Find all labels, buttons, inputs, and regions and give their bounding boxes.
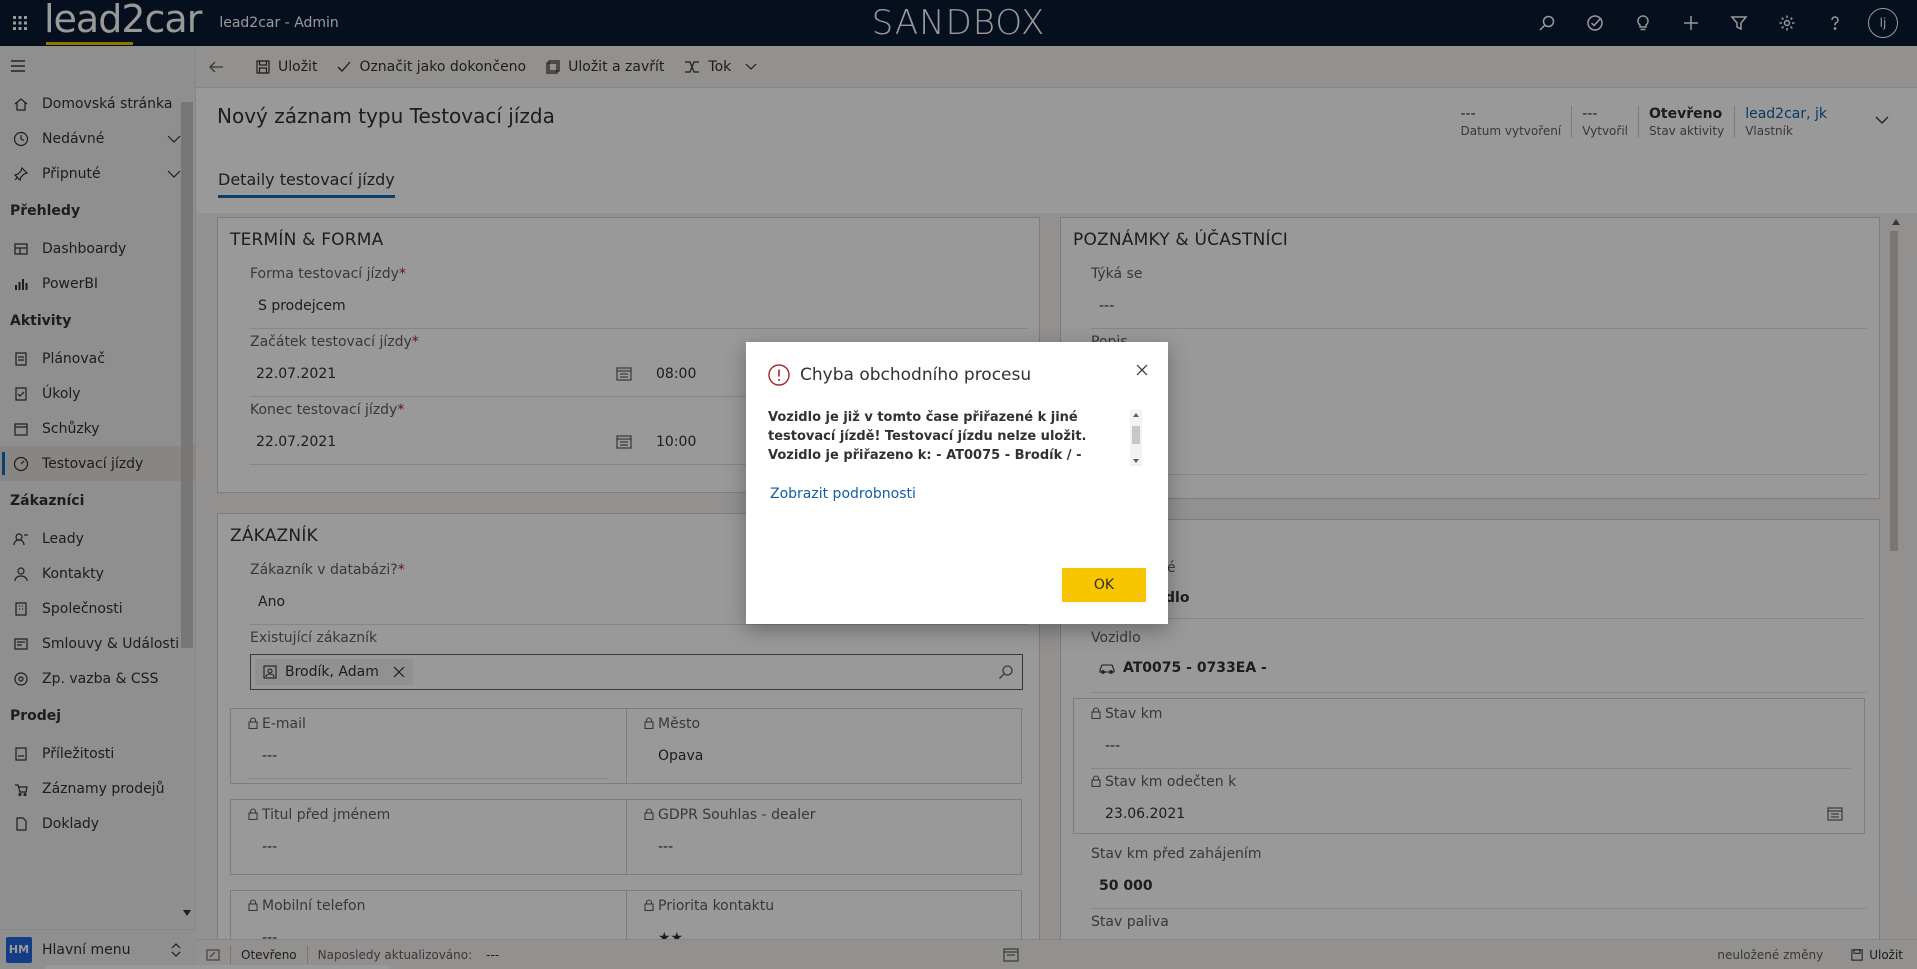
scroll-down-arrow-icon xyxy=(1133,459,1139,463)
scroll-up-arrow-icon xyxy=(1133,413,1139,417)
dialog-title: Chyba obchodního procesu xyxy=(768,364,1031,386)
dialog-title-text: Chyba obchodního procesu xyxy=(800,365,1032,385)
dialog-message: Vozidlo je již v tomto čase přiřazené k … xyxy=(768,410,1087,463)
dialog-message-scrollbar[interactable] xyxy=(1130,410,1142,466)
close-icon[interactable] xyxy=(1136,364,1148,376)
show-details-link[interactable]: Zobrazit podrobnosti xyxy=(770,486,916,502)
ok-button[interactable]: OK xyxy=(1062,568,1146,602)
error-icon xyxy=(768,364,790,386)
scrollbar-thumb[interactable] xyxy=(1132,426,1140,444)
error-dialog: Chyba obchodního procesu Vozidlo je již … xyxy=(746,342,1168,624)
